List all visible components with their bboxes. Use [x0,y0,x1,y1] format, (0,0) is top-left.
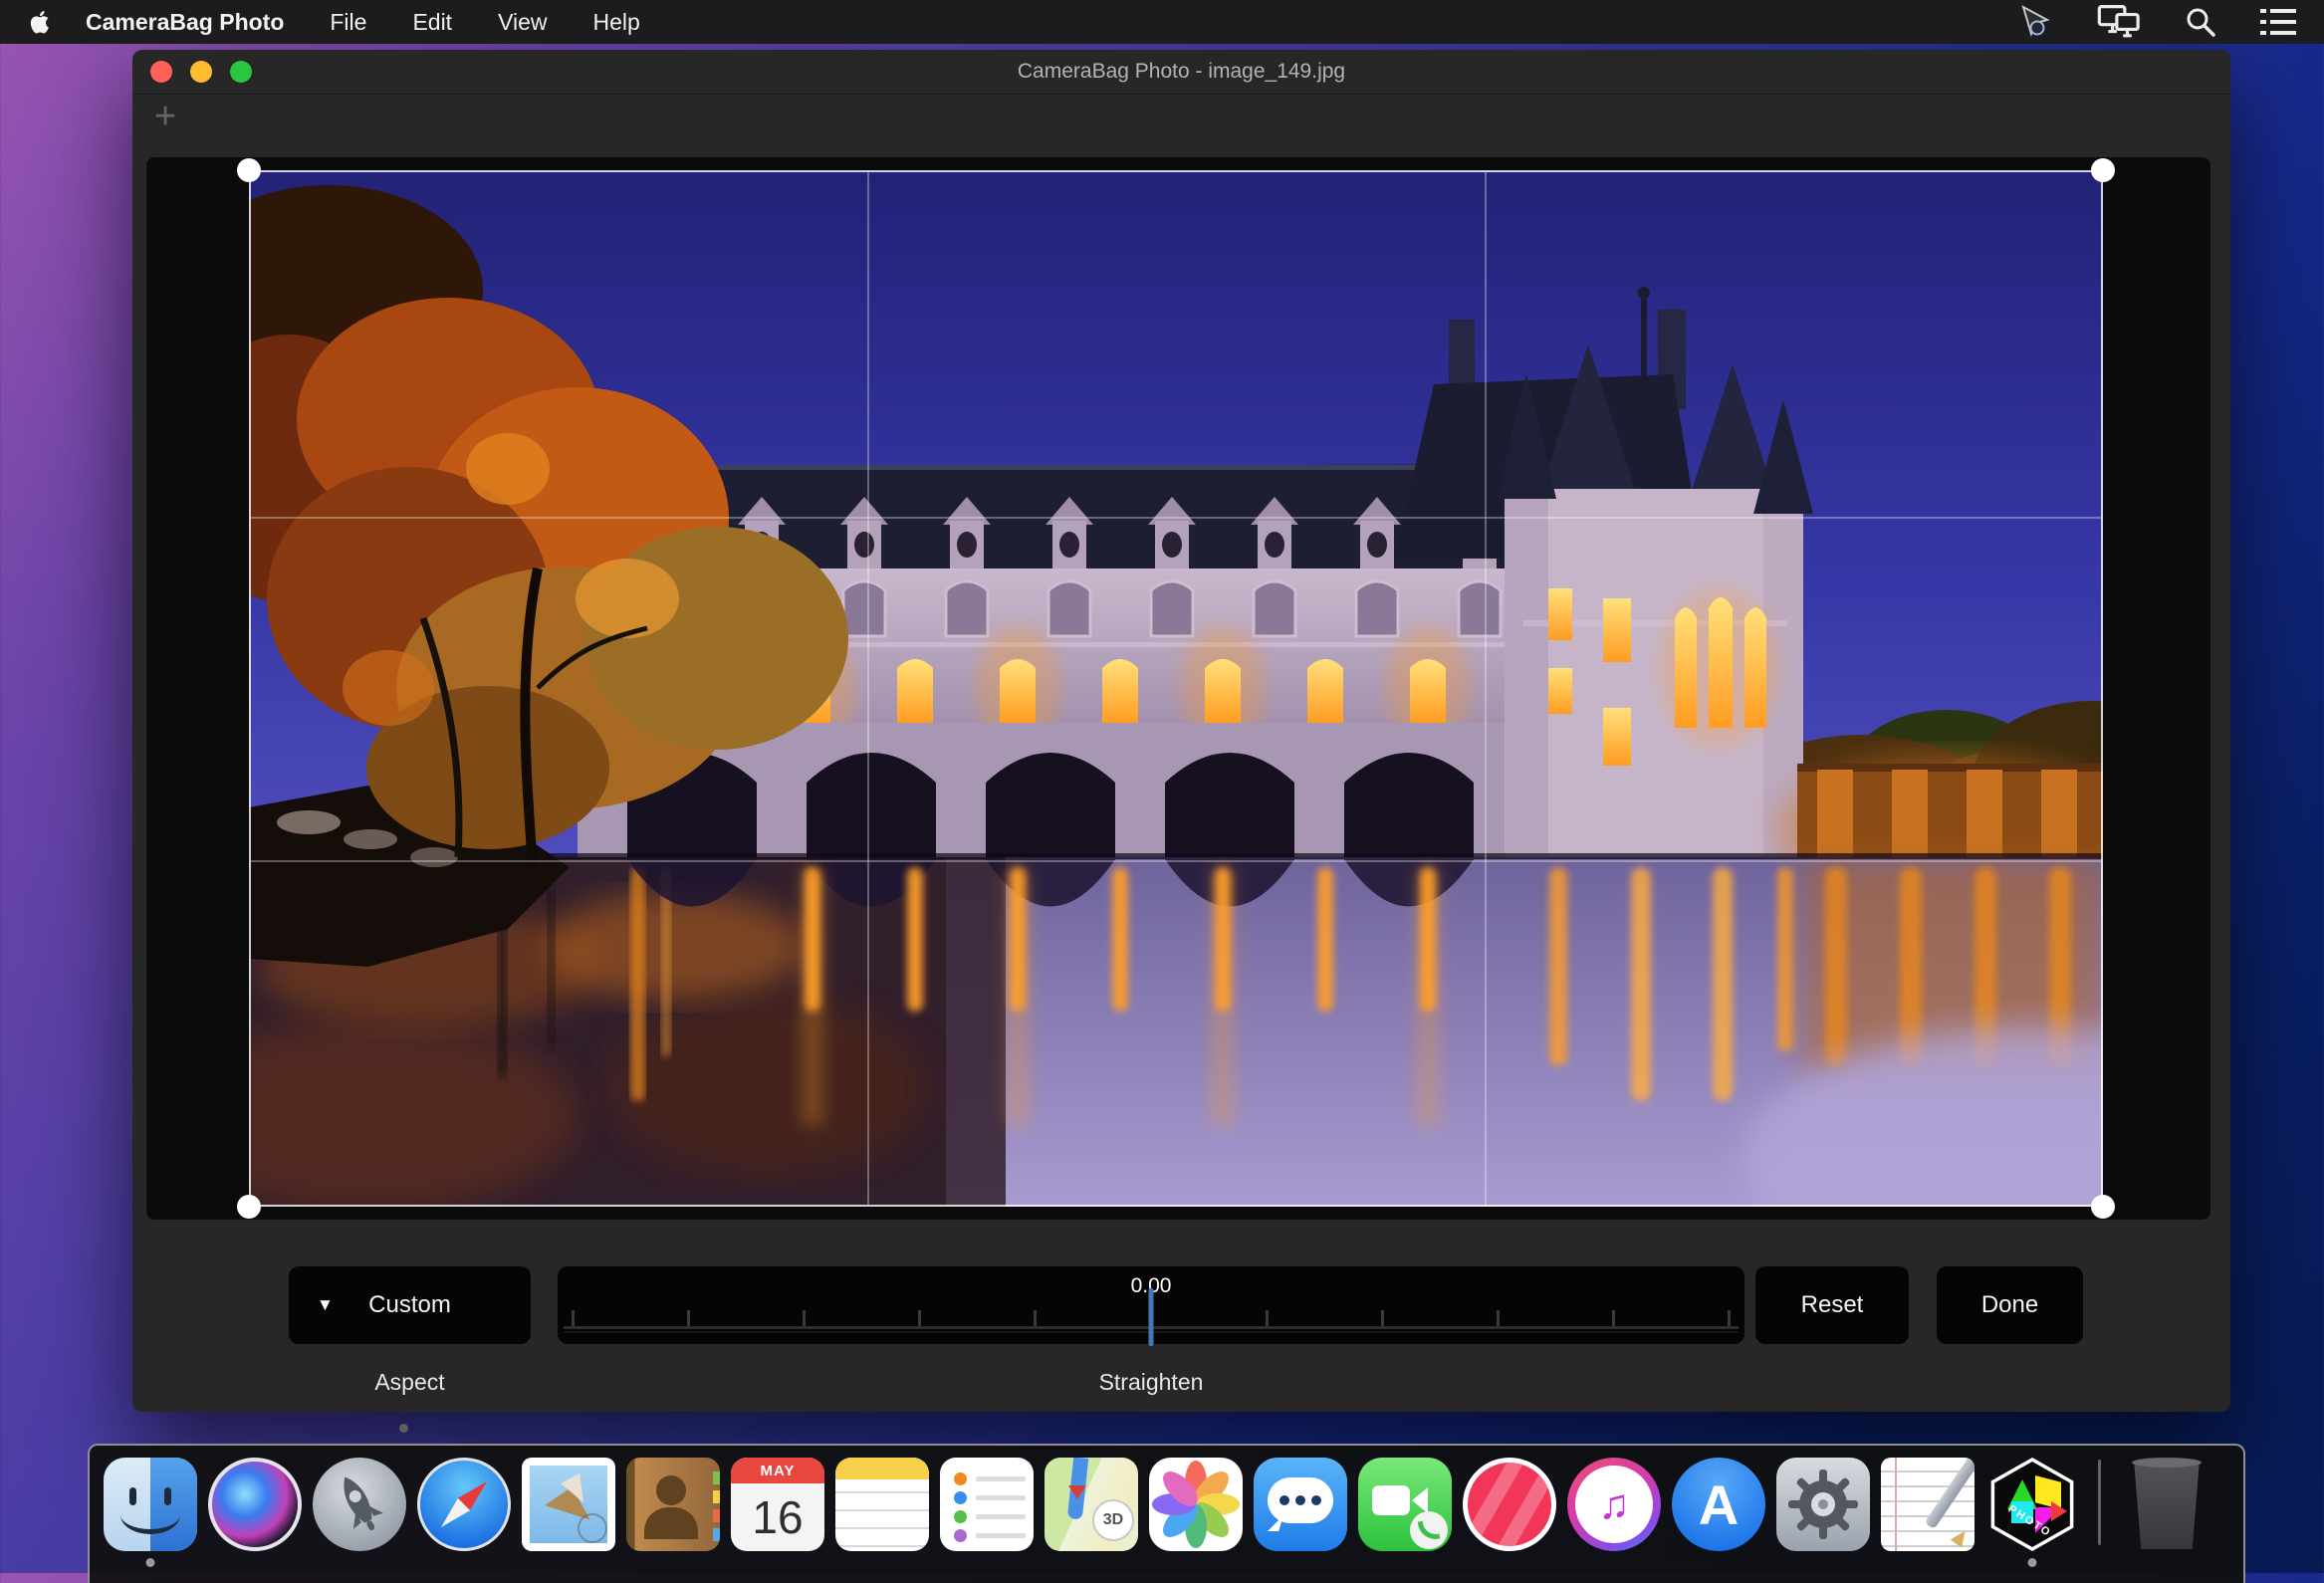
add-tab-button[interactable]: + [154,98,176,135]
menu-bar: CameraBag Photo File Edit View Help [0,0,2324,44]
dock-icon-finder[interactable] [104,1458,197,1551]
dock-icon-photos[interactable] [1149,1458,1243,1551]
editor-canvas [146,157,2210,1220]
straighten-slider[interactable]: 0.00 [558,1266,1744,1344]
dock-icon-textedit[interactable] [1881,1458,1975,1551]
news-icon [1463,1458,1556,1551]
photos-flower-icon [1149,1458,1243,1551]
siri-icon [208,1458,302,1551]
trash-bin-icon [2128,1460,2206,1549]
apple-menu-icon[interactable] [30,9,52,35]
panel-page-indicator-dot [399,1424,408,1433]
desktop: { "menu_bar": { "app_name": "CameraBag P… [0,0,2324,1573]
straighten-indicator[interactable] [1149,1288,1154,1346]
gear-icon [1776,1458,1870,1551]
safari-compass-icon [417,1458,511,1551]
notification-list-icon[interactable] [2260,8,2296,36]
dock-icon-facetime[interactable] [1358,1458,1452,1551]
running-indicator [2028,1558,2037,1567]
app-store-icon: A [1672,1458,1765,1551]
photo-viewport[interactable] [249,170,2103,1207]
reminders-icon [940,1458,1034,1551]
close-button[interactable] [150,61,172,83]
title-bar[interactable]: CameraBag Photo - image_149.jpg [132,50,2230,95]
facetime-camera-icon [1358,1458,1452,1551]
dock-icon-launchpad[interactable] [313,1458,406,1551]
straighten-label: Straighten [558,1369,1744,1396]
textedit-icon [1881,1458,1975,1551]
dock-icon-trash[interactable] [2120,1458,2213,1551]
camerabag-window: CameraBag Photo - image_149.jpg + [132,50,2230,1412]
zoom-button[interactable] [230,61,252,83]
screen-capture-cursor-icon[interactable] [2017,4,2053,40]
mail-stamp-icon [522,1458,615,1551]
dock: MAY 16 3D [88,1444,2245,1583]
contacts-book-icon [626,1458,720,1551]
maps-3d-badge: 3D [1092,1499,1134,1541]
aspect-dropdown-value: Custom [368,1291,451,1319]
crop-handle-top-right[interactable] [2091,158,2115,182]
dock-icon-maps[interactable]: 3D [1045,1458,1138,1551]
menu-view[interactable]: View [498,9,547,36]
menu-file[interactable]: File [330,9,366,36]
menu-app-name[interactable]: CameraBag Photo [86,9,284,36]
dock-icon-app-store[interactable]: A [1672,1458,1765,1551]
calendar-day: 16 [731,1483,824,1551]
aspect-dropdown[interactable]: ▼ Custom [289,1266,531,1344]
display-mirroring-icon[interactable] [2097,5,2141,39]
chevron-down-icon: ▼ [317,1295,334,1315]
crop-handle-bottom-left[interactable] [237,1195,261,1219]
menu-status-area [2017,4,2296,40]
launchpad-rocket-icon [313,1458,406,1551]
crop-handle-top-left[interactable] [237,158,261,182]
minimize-button[interactable] [190,61,212,83]
calendar-icon: MAY 16 [731,1458,824,1551]
running-indicator [146,1558,155,1567]
done-button[interactable]: Done [1937,1266,2083,1344]
reset-button[interactable]: Reset [1755,1266,1909,1344]
aspect-label: Aspect [289,1369,531,1396]
dock-separator [2098,1460,2101,1545]
dock-icon-music[interactable]: ♫ [1567,1458,1661,1551]
dock-icon-messages[interactable] [1254,1458,1347,1551]
dock-icon-safari[interactable] [417,1458,511,1551]
menu-help[interactable]: Help [593,9,640,36]
dock-icon-notes[interactable] [835,1458,929,1551]
dock-icon-calendar[interactable]: MAY 16 [731,1458,824,1551]
messages-bubble-icon [1254,1458,1347,1551]
menu-edit[interactable]: Edit [412,9,452,36]
window-title: CameraBag Photo - image_149.jpg [1018,60,1345,84]
chateau-photo-scene [249,170,2103,1207]
dock-icon-mail[interactable] [522,1458,615,1551]
maps-icon: 3D [1045,1458,1138,1551]
dock-icon-contacts[interactable] [626,1458,720,1551]
calendar-month: MAY [731,1458,824,1483]
spotlight-search-icon[interactable] [2185,6,2216,38]
dock-icon-camerabag-photo[interactable]: PHOTO [1985,1458,2079,1551]
finder-icon [104,1458,197,1551]
crop-handle-bottom-right[interactable] [2091,1195,2115,1219]
dock-icon-reminders[interactable] [940,1458,1034,1551]
dock-icon-news[interactable] [1463,1458,1556,1551]
dock-icon-system-preferences[interactable] [1776,1458,1870,1551]
music-note-icon: ♫ [1567,1458,1661,1551]
notes-icon [835,1458,929,1551]
dock-icon-siri[interactable] [208,1458,302,1551]
